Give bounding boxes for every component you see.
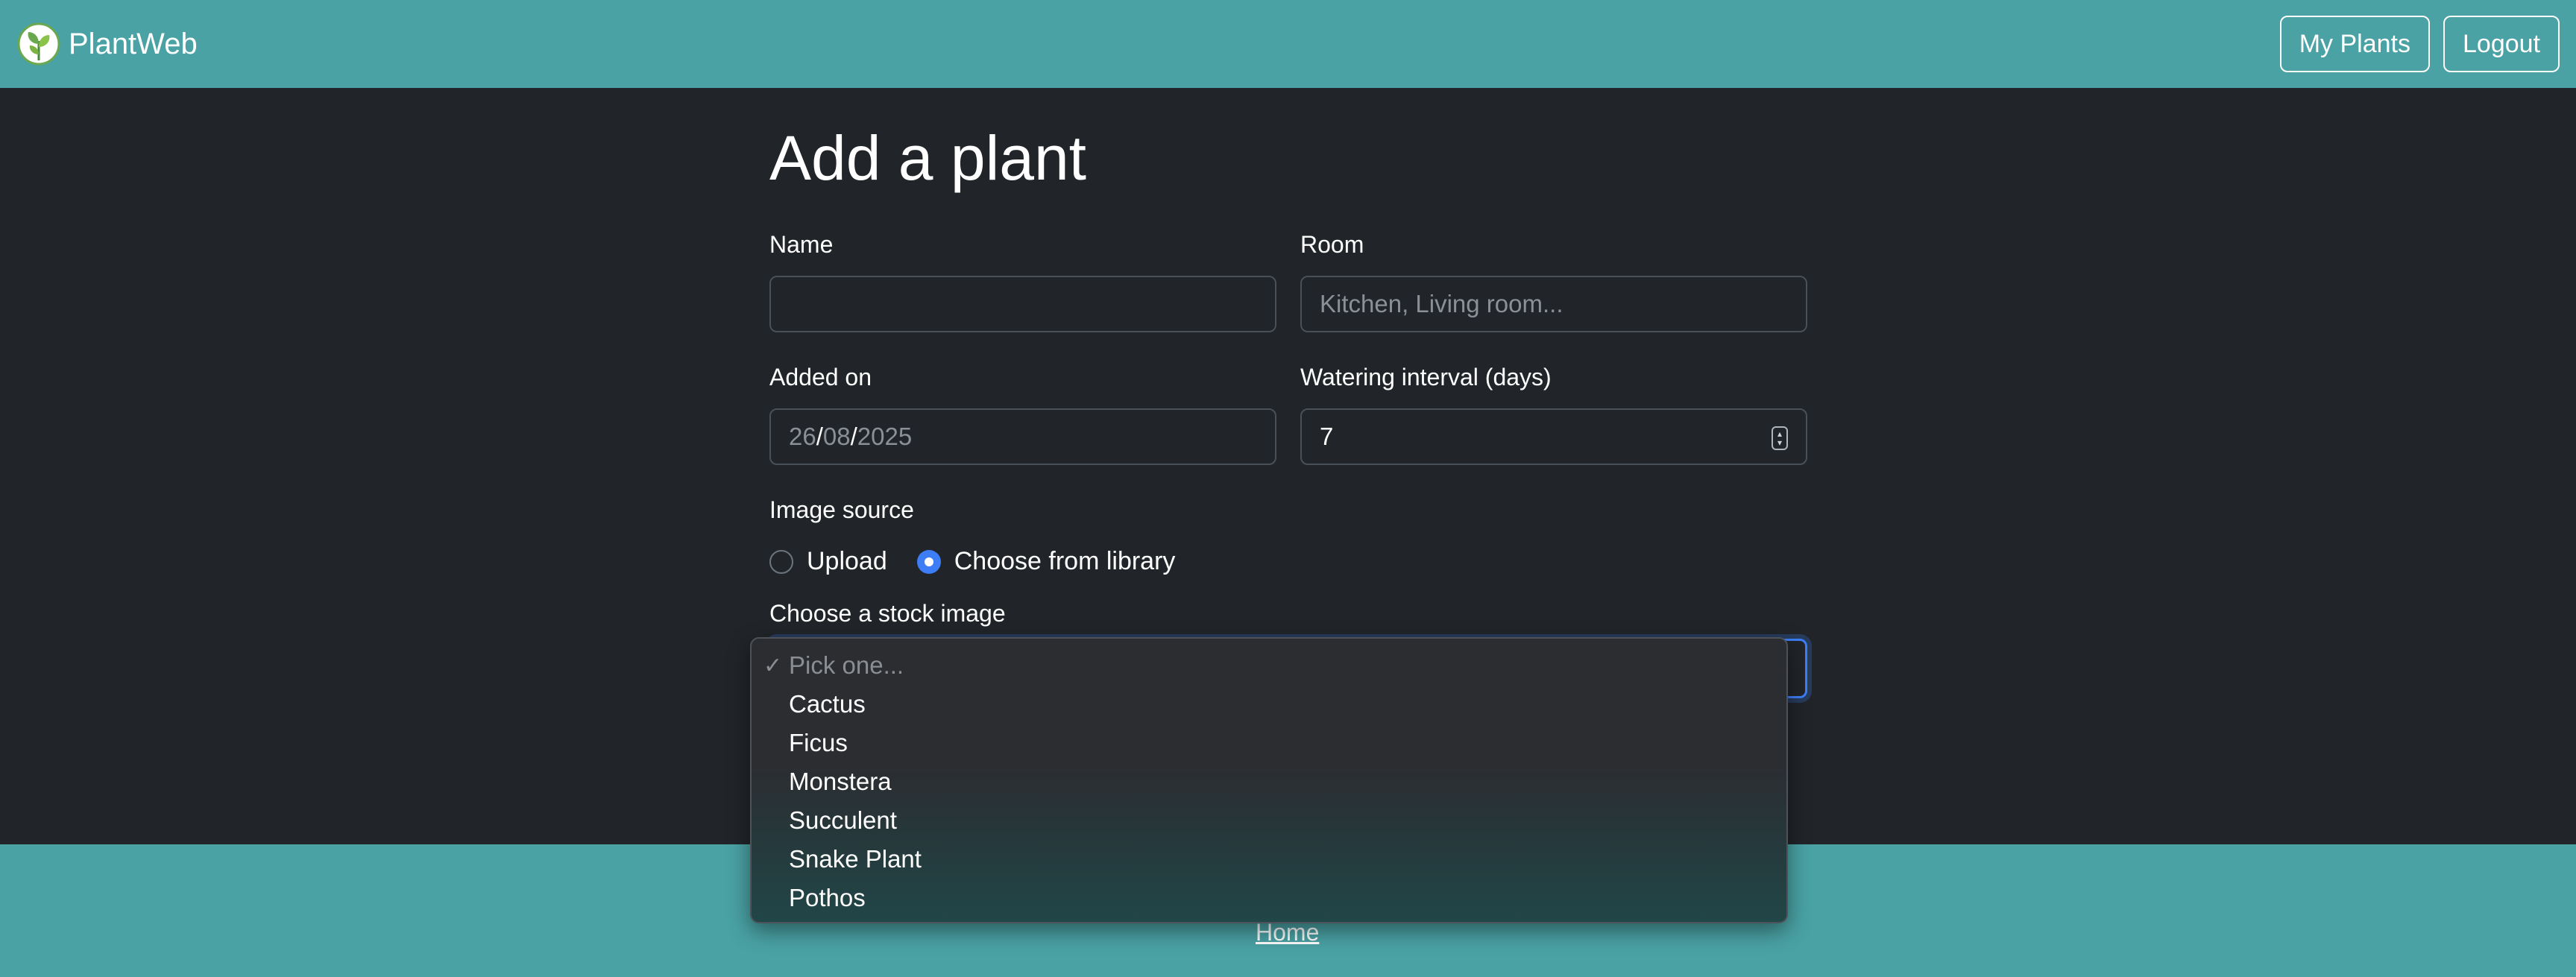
date-month[interactable]: 08 <box>823 423 851 451</box>
brand[interactable]: PlantWeb <box>16 22 198 66</box>
date-day[interactable]: 26 <box>789 423 816 451</box>
add-plant-form: Add a plant Name Room Kitchen, Living ro… <box>769 88 1807 698</box>
room-group: Room Kitchen, Living room... <box>1300 231 1807 332</box>
room-placeholder: Kitchen, Living room... <box>1320 290 1563 317</box>
dropdown-option-pick-one[interactable]: ✓ Pick one... <box>752 646 1786 685</box>
radio-upload-label: Upload <box>807 547 887 575</box>
watering-interval-input[interactable]: 7 ▴ ▾ <box>1300 408 1807 465</box>
name-label: Name <box>769 231 834 258</box>
added-on-label: Added on <box>769 364 872 391</box>
stock-image-dropdown: ✓ Pick one... Cactus Ficus Monstera Succ… <box>750 637 1788 923</box>
dropdown-option-monstera[interactable]: Monstera <box>752 762 1786 801</box>
row-date-watering: Added on 26/08/2025 Watering interval (d… <box>769 364 1807 465</box>
page-title: Add a plant <box>769 123 1087 193</box>
date-year[interactable]: 2025 <box>857 423 912 451</box>
room-input[interactable]: Kitchen, Living room... <box>1300 276 1807 332</box>
added-on-date-input[interactable]: 26/08/2025 <box>769 408 1276 465</box>
radio-upload-circle[interactable] <box>769 549 793 574</box>
radio-library-circle[interactable] <box>916 549 941 574</box>
radio-library-label: Choose from library <box>954 547 1176 575</box>
brand-name: PlantWeb <box>69 27 198 60</box>
dropdown-option-succulent[interactable]: Succulent <box>752 801 1786 840</box>
dropdown-option-pothos[interactable]: Pothos <box>752 879 1786 917</box>
dropdown-option-cactus[interactable]: Cactus <box>752 685 1786 724</box>
number-spinner-icon[interactable]: ▴ ▾ <box>1772 426 1788 450</box>
image-source-radios: Upload Choose from library <box>769 547 1807 576</box>
top-navbar: PlantWeb My Plants Logout <box>0 0 2576 88</box>
image-source-label: Image source <box>769 496 914 523</box>
radio-choose-library[interactable]: Choose from library <box>916 547 1176 576</box>
watering-group: Watering interval (days) 7 ▴ ▾ <box>1300 364 1807 465</box>
watering-label: Watering interval (days) <box>1300 364 1552 391</box>
radio-upload[interactable]: Upload <box>769 547 887 576</box>
added-on-group: Added on 26/08/2025 <box>769 364 1276 465</box>
nav-actions: My Plants Logout <box>2279 16 2560 72</box>
dropdown-option-snake-plant[interactable]: Snake Plant <box>752 840 1786 879</box>
name-group: Name <box>769 231 1276 332</box>
watering-value: 7 <box>1320 423 1334 450</box>
option-label: Pick one... <box>789 651 904 679</box>
row-name-room: Name Room Kitchen, Living room... <box>769 231 1807 332</box>
checkmark-icon: ✓ <box>763 653 783 678</box>
stock-image-label: Choose a stock image <box>769 600 1006 627</box>
name-input[interactable] <box>769 276 1276 332</box>
plant-logo-icon <box>17 22 60 66</box>
my-plants-button[interactable]: My Plants <box>2279 16 2430 72</box>
dropdown-option-ficus[interactable]: Ficus <box>752 724 1786 762</box>
room-label: Room <box>1300 231 1364 258</box>
date-separator: / <box>850 423 857 450</box>
date-separator: / <box>816 423 823 450</box>
image-source-group: Image source Upload Choose from library <box>769 496 1807 576</box>
logout-button[interactable]: Logout <box>2443 16 2560 72</box>
